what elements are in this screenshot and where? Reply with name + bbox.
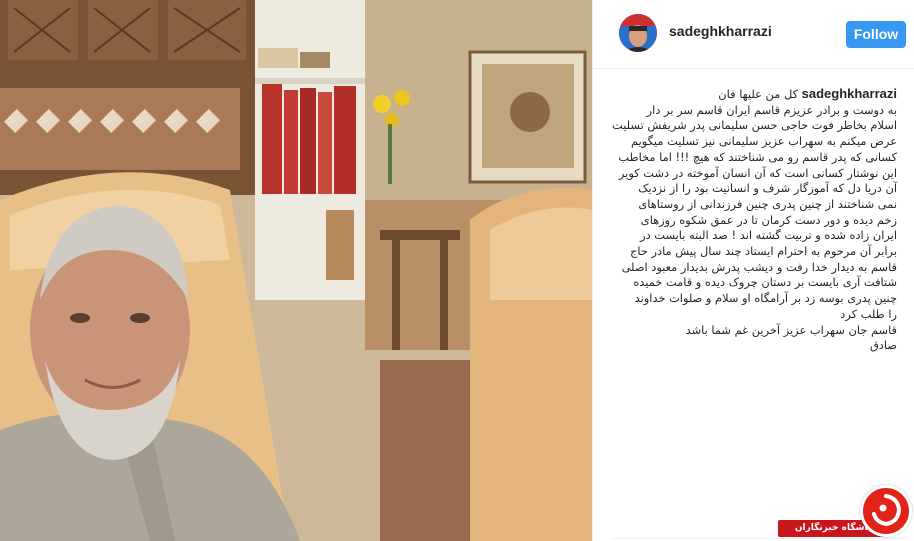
caption-line: زخم دیده و دور دست کرمان تا در عمق شکوه … xyxy=(640,212,897,227)
post-photo-illustration xyxy=(0,0,592,541)
caption-author-link[interactable]: sadeghkharrazi xyxy=(802,86,897,101)
avatar[interactable] xyxy=(619,14,657,52)
avatar-icon xyxy=(619,14,657,52)
caption-line: قاسم جان سهراب عزیز آخرین غم شما باشد xyxy=(685,322,897,337)
caption-line: این نوشتار کسانی است که آن انسان آموخته … xyxy=(618,165,897,180)
caption-line: قاسم به دیدار خدا رفت و دیشب پدرش بدیدار… xyxy=(621,259,897,274)
follow-button[interactable]: Follow xyxy=(846,21,906,48)
caption-line: برابر آن مرحوم به احترام ایستاد چند سال … xyxy=(630,244,897,259)
caption-first-line: sadeghkharrazi کل من علیها فان xyxy=(615,86,897,103)
caption-line: نمی شناختند از چنین پدری چنین فرزندانی ا… xyxy=(638,196,897,211)
watermark: باشگاه خبرنگاران xyxy=(778,482,914,541)
post-sidebar: sadeghkharrazi Follow sadeghkharrazi کل … xyxy=(592,0,914,541)
post-header: sadeghkharrazi Follow xyxy=(593,0,914,69)
post-photo[interactable] xyxy=(0,0,592,541)
caption-line: اسلام بخاطر فوت حاجی حسن سلیمانی پدر شری… xyxy=(612,118,897,133)
caption-line: کل من علیها فان xyxy=(718,87,798,101)
caption-line: آن دریا دل که آموزگار شرف و انسانیت بود … xyxy=(638,181,897,196)
username-link[interactable]: sadeghkharrazi xyxy=(669,23,772,39)
watermark-logo-glyph xyxy=(872,494,902,527)
post-caption: sadeghkharrazi کل من علیها فان به دوست و… xyxy=(612,86,897,354)
caption-line: را طلب کرد xyxy=(840,306,897,321)
caption-line: عرض میکنم به سهراب عزیز سلیمانی نیز تسلی… xyxy=(630,134,897,149)
caption-line: چنین پدری بوسه زد بر آرامگاه او سلام و ص… xyxy=(634,291,897,306)
caption-line: شتافت آری بایست بر دستان چروک دیده و قام… xyxy=(633,275,897,290)
caption-line: ایران زاده شده و تربیت گشته اند ! صد الب… xyxy=(640,228,897,243)
caption-line: صادق xyxy=(869,338,897,353)
caption-line: به دوست و برادر عزیزم قاسم ایران قاسم سر… xyxy=(646,102,897,117)
jam-newsroom-logo-icon xyxy=(860,485,912,537)
caption-line: کسانی که پدر قاسم رو می شناختند که هیچ !… xyxy=(618,149,897,164)
